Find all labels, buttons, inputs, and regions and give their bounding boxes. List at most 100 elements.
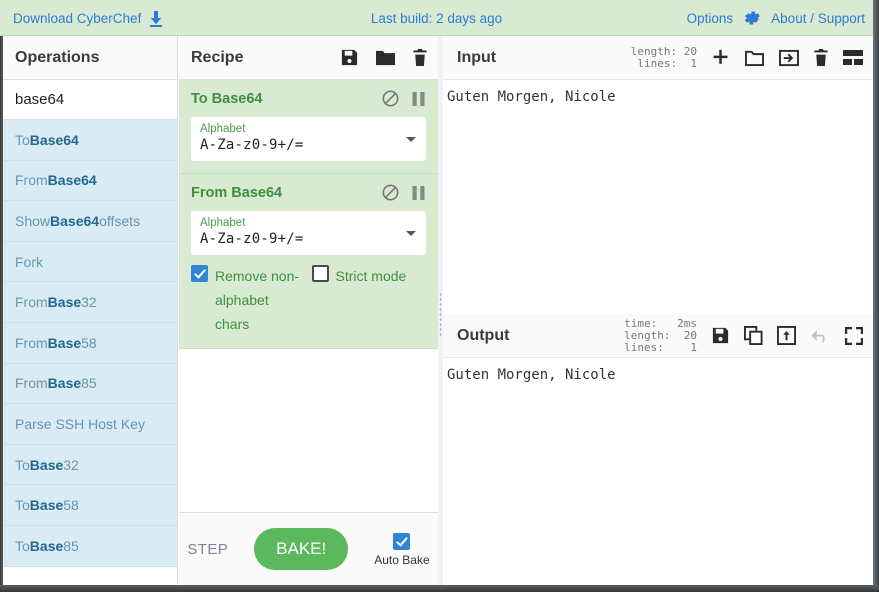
copy-output-icon[interactable] [744,326,763,345]
operation-list-item[interactable]: To Base64 [3,120,177,161]
operation-label-pre: Fork [15,253,43,270]
maximise-output-icon[interactable] [845,326,863,345]
argument-value[interactable]: A-Za-z0-9+/= [200,230,417,249]
operation-label-pre: Parse SSH Host Key [15,415,145,432]
last-build-label: Last build: 2 days ago [370,10,503,26]
io-column: Input length: 20 lines: 1 Guten Morgen, … [443,36,873,592]
right-edge-scrollbar[interactable] [873,0,879,592]
recipe-operation[interactable]: From Base64 Alphabet A-Za-z0-9+/= Remove no… [179,174,438,349]
operation-list-item[interactable]: To Base 58 [3,485,177,526]
pause-icon[interactable] [411,185,426,201]
disable-icon[interactable] [382,184,399,201]
bake-controls-bar: STEP BAKE! Auto Bake [179,512,438,585]
recipe-operation-list: To Base64 Alphabet A-Za-z0-9+/= From Base64… [179,80,438,548]
argument-checkbox-label: Strict mode [335,268,407,284]
operation-list-item[interactable]: From Base 58 [3,322,177,364]
argument-label: Alphabet [200,123,246,135]
operation-label-pre: To [15,537,30,554]
disable-icon[interactable] [382,90,399,107]
tab-layout-icon[interactable] [843,49,863,66]
replace-input-icon[interactable] [777,326,796,345]
argument-select[interactable]: Alphabet A-Za-z0-9+/= [191,117,426,161]
recipe-header: Recipe [179,36,438,80]
argument-checkbox[interactable] [191,265,208,282]
chevron-down-icon[interactable] [406,231,416,236]
operation-label-match: Base [29,537,64,554]
pause-icon[interactable] [411,91,426,107]
operation-label-post: offsets [99,212,141,229]
output-title: Output [457,326,510,344]
operation-list-item[interactable]: To Base 85 [3,525,177,567]
recipe-panel: Recipe To Base64 Alphabet A-Za-z0-9+/= From… [179,36,438,592]
auto-bake-label: Auto Bake [374,552,430,567]
operation-label-match: Base [47,294,82,311]
operation-label-pre: From [15,334,48,351]
clear-input-icon[interactable] [813,48,829,67]
clear-recipe-icon[interactable] [412,48,428,67]
input-panel: Input length: 20 lines: 1 Guten Morgen, … [443,36,873,306]
argument-checkbox-label: Remove non-alphabet chars [215,268,300,332]
operation-label-match: Base64 [50,212,100,229]
save-recipe-icon[interactable] [340,48,359,67]
options-link[interactable]: Options [687,11,734,26]
auto-bake-checkbox[interactable] [393,532,411,550]
save-output-icon[interactable] [711,326,730,345]
operation-label-post: 85 [81,375,97,392]
bake-button[interactable]: BAKE! [254,528,349,570]
operation-label-pre: To [15,497,30,514]
operation-list-item[interactable]: From Base64 [3,160,177,202]
operations-search-box[interactable]: base64 [3,80,177,120]
operation-list-item[interactable]: From Base 85 [3,363,177,405]
operation-list-item[interactable]: Show Base64 offsets [3,201,177,242]
recipe-operation-header: To Base64 [191,90,426,107]
argument-select[interactable]: Alphabet A-Za-z0-9+/= [191,211,426,255]
operation-label-pre: From [15,172,48,189]
operations-title: Operations [15,48,100,66]
search-input[interactable]: base64 [15,91,64,108]
step-button[interactable]: STEP [187,541,228,558]
recipe-title: Recipe [191,48,244,66]
open-input-icon[interactable] [779,49,799,67]
operation-label-post: 58 [63,497,79,514]
operation-label-post: 58 [81,334,97,351]
argument-value[interactable]: A-Za-z0-9+/= [200,136,417,155]
argument-label: Alphabet [200,217,246,229]
input-header: Input length: 20 lines: 1 [443,36,873,80]
recipe-operation[interactable]: To Base64 Alphabet A-Za-z0-9+/= [179,80,438,174]
operation-label-pre: To [15,131,30,148]
input-stats: length: 20 lines: 1 [630,44,697,70]
operations-header: Operations [3,36,177,80]
operation-list-item[interactable]: Parse SSH Host Key [3,404,177,445]
argument-checkbox-group[interactable]: Strict mode [311,264,427,336]
operation-label-pre: From [15,375,48,392]
operation-label-post: 32 [63,456,79,473]
gear-icon[interactable] [743,9,761,27]
operations-panel: Operations base64 To Base64 From Base64 Sh… [3,36,178,592]
load-recipe-icon[interactable] [375,48,396,67]
operation-list-item[interactable]: To Base 32 [3,444,177,486]
banner-right-group: Options About / Support [687,0,865,36]
recipe-operation-title: To Base64 [191,90,263,107]
recipe-operation-controls [382,90,426,107]
operation-list-item[interactable]: From Base 32 [3,282,177,323]
undo-icon[interactable] [810,328,831,344]
operation-label-pre: Show [15,212,51,229]
output-textarea[interactable]: Guten Morgen, Nicole [443,358,873,592]
operation-label-match: Base64 [29,131,79,148]
top-banner: Download CyberChef Last build: 2 days ag… [0,0,873,36]
operation-list-item[interactable]: Fork [3,241,177,283]
output-header: Output time: 2ms length: 20 lines: 1 [443,314,873,358]
argument-checkbox-group[interactable]: Remove non-alphabet chars [191,264,306,336]
output-stats: time: 2ms length: 20 lines: 1 [624,316,697,354]
open-folder-icon[interactable] [744,49,765,67]
bottom-edge-scrollbar[interactable] [0,585,879,592]
add-input-tab-icon[interactable] [711,48,730,67]
about-support-link[interactable]: About / Support [771,11,865,26]
auto-bake-group[interactable]: Auto Bake [374,532,430,567]
chevron-down-icon[interactable] [406,137,416,142]
input-textarea[interactable]: Guten Morgen, Nicole [443,80,873,306]
operation-label-post: 32 [81,294,97,311]
input-header-icons [711,48,863,67]
input-title: Input [457,48,497,66]
argument-checkbox[interactable] [311,265,329,282]
